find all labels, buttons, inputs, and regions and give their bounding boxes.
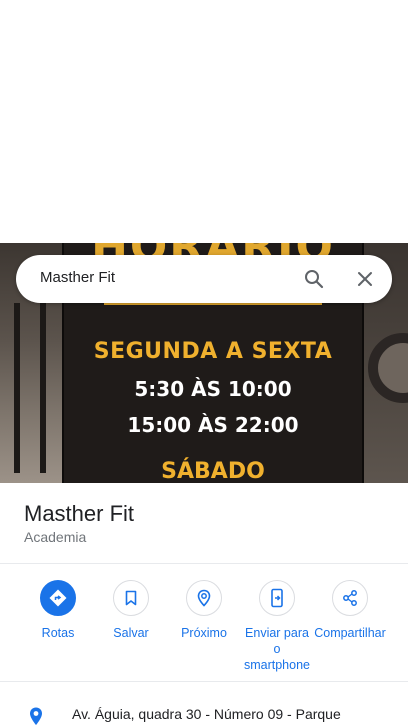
search-input[interactable]: Masther Fit (40, 269, 115, 286)
nearby-icon (186, 580, 222, 616)
map-blank-area (0, 0, 408, 243)
search-bar[interactable]: Masther Fit (16, 255, 392, 303)
send-to-phone-button[interactable]: Enviar para o smartphone (240, 580, 314, 673)
share-label: Compartilhar (314, 626, 386, 640)
address-text[interactable]: Av. Águia, quadra 30 - Número 09 - Parqu… (72, 706, 341, 722)
place-title: Masther Fit (24, 501, 135, 526)
save-button[interactable]: Salvar (94, 580, 168, 641)
nearby-button[interactable]: Próximo (167, 580, 241, 641)
poster-time-morning: 5:30 ÀS 10:00 (134, 377, 292, 401)
poster-saturday: SÁBADO (161, 459, 265, 483)
save-label: Salvar (113, 626, 149, 640)
poster-weekdays: SEGUNDA A SEXTA (93, 339, 333, 364)
send-to-phone-icon (259, 580, 295, 616)
search-icon[interactable] (302, 267, 326, 291)
directions-icon (40, 580, 76, 616)
directions-label: Rotas (41, 626, 75, 640)
location-pin-icon (26, 706, 46, 726)
close-icon[interactable] (353, 267, 377, 291)
place-sheet: Masther Fit Academia Rotas Salvar Próxim… (0, 483, 408, 726)
share-button[interactable]: Compartilhar (313, 580, 387, 641)
send-to-phone-label: Enviar para o smartphone (243, 626, 310, 672)
place-category: Academia (24, 529, 87, 545)
divider (0, 681, 408, 682)
nearby-label: Próximo (181, 626, 227, 640)
directions-button[interactable]: Rotas (21, 580, 95, 641)
poster-time-evening: 15:00 ÀS 22:00 (127, 413, 299, 437)
share-icon (332, 580, 368, 616)
divider (0, 563, 408, 564)
poster-divider (104, 303, 322, 305)
bookmark-icon (113, 580, 149, 616)
